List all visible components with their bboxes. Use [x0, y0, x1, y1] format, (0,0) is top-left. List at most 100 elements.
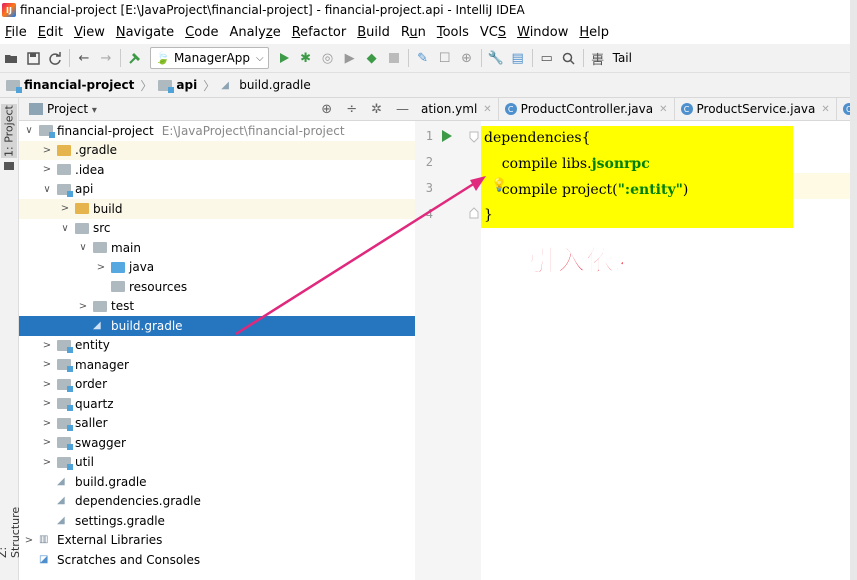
tree-item[interactable]: > .gradle [19, 140, 415, 160]
tree-item[interactable]: ∨ api [19, 180, 415, 200]
structure-tool-tab[interactable]: Z: Structure [0, 498, 22, 558]
locate-icon[interactable]: ⊕ [321, 102, 332, 117]
code-line-2[interactable]: compile libs.jsonrpc [484, 156, 650, 172]
vcs-update-icon[interactable]: ✎ [414, 49, 432, 67]
project-view-select[interactable]: Project ▾ [47, 102, 97, 116]
menu-tools[interactable]: Tools [432, 25, 475, 40]
lightbulb-icon[interactable]: 💡 [491, 178, 507, 193]
tree-item[interactable]: > java [19, 258, 415, 278]
tree-item[interactable]: > saller [19, 414, 415, 434]
code-line-1[interactable]: dependencies{ [484, 130, 590, 146]
breadcrumb-item[interactable]: financial-project [6, 78, 134, 93]
project-structure-icon[interactable]: ▤ [509, 49, 527, 67]
chevron-right-icon[interactable]: > [59, 203, 71, 214]
tree-item[interactable]: ∨ src [19, 219, 415, 239]
chevron-right-icon[interactable]: > [41, 418, 53, 429]
chevron-down-icon[interactable]: ∨ [59, 223, 71, 234]
hide-icon[interactable]: — [396, 102, 409, 117]
editor-tab[interactable]: CSw [837, 98, 850, 120]
tree-item[interactable]: > ▥ External Libraries [19, 531, 415, 551]
menu-navigate[interactable]: Navigate [111, 25, 180, 40]
run-icon[interactable] [275, 49, 293, 67]
chevron-right-icon[interactable]: > [41, 398, 53, 409]
tree-item[interactable]: > build [19, 199, 415, 219]
menu-run[interactable]: Run [396, 25, 432, 40]
chevron-right-icon[interactable]: > [41, 379, 53, 390]
tree-item[interactable]: ◢ build.gradle [19, 472, 415, 492]
forward-arrow-icon[interactable]: → [97, 49, 115, 67]
run-gutter-icon[interactable] [441, 130, 453, 142]
chevron-down-icon[interactable]: ∨ [77, 242, 89, 253]
close-icon[interactable]: ✕ [483, 104, 491, 115]
collapse-all-icon[interactable]: ÷ [346, 102, 357, 117]
editor-tab[interactable]: ation.yml ✕ [415, 98, 499, 120]
stop-icon[interactable] [385, 49, 403, 67]
close-icon[interactable]: ✕ [659, 104, 667, 115]
coverage-icon[interactable]: ◎ [319, 49, 337, 67]
menu-file[interactable]: File [0, 25, 33, 40]
editor-tab[interactable]: C ProductController.java ✕ [499, 98, 675, 120]
tree-item[interactable]: > test [19, 297, 415, 317]
menu-build[interactable]: Build [352, 25, 396, 40]
menu-analyze[interactable]: Analyze [224, 25, 286, 40]
chevron-right-icon[interactable]: > [23, 535, 35, 546]
profile-icon[interactable]: ▶ [341, 49, 359, 67]
fold-marker-icon[interactable] [469, 131, 479, 143]
menu-edit[interactable]: Edit [33, 25, 69, 40]
wrench-icon[interactable]: 🔧 [487, 49, 505, 67]
menu-refactor[interactable]: Refactor [287, 25, 353, 40]
tree-item[interactable]: > order [19, 375, 415, 395]
tree-item[interactable]: > util [19, 453, 415, 473]
chevron-right-icon[interactable]: > [41, 164, 53, 175]
close-icon[interactable]: ✕ [821, 104, 829, 115]
tree-item[interactable]: > quartz [19, 394, 415, 414]
attach-icon[interactable]: ◆ [363, 49, 381, 67]
tree-item[interactable]: ◢ settings.gradle [19, 511, 415, 531]
editor-tab[interactable]: C ProductService.java ✕ [675, 98, 837, 120]
tail-label[interactable]: Tail [613, 51, 632, 65]
menu-view[interactable]: View [69, 25, 111, 40]
tree-item[interactable]: ◢ build.gradle [19, 316, 415, 336]
tree-item[interactable]: > entity [19, 336, 415, 356]
save-icon[interactable] [24, 49, 42, 67]
project-tool-tab[interactable]: 1: Project [1, 104, 17, 158]
tree-item[interactable]: > manager [19, 355, 415, 375]
tree-item[interactable]: resources [19, 277, 415, 297]
chevron-right-icon[interactable]: > [41, 457, 53, 468]
menu-code[interactable]: Code [180, 25, 224, 40]
terminal-icon[interactable]: ▭ [538, 49, 556, 67]
menu-help[interactable]: Help [574, 25, 615, 40]
debug-icon[interactable]: ✱ [297, 49, 315, 67]
chevron-right-icon[interactable]: > [41, 145, 53, 156]
chevron-right-icon[interactable]: > [41, 359, 53, 370]
chevron-down-icon[interactable]: ∨ [23, 125, 35, 136]
tree-item[interactable]: ∨ financial-project E:\JavaProject\financi… [19, 121, 415, 141]
code-line-4[interactable]: } [484, 207, 493, 223]
open-folder-icon[interactable] [2, 49, 20, 67]
build-hammer-icon[interactable] [126, 49, 144, 67]
tree-item[interactable]: > .idea [19, 160, 415, 180]
gear-icon[interactable]: ✲ [371, 102, 382, 117]
tree-item[interactable]: ◢ dependencies.gradle [19, 492, 415, 512]
search-icon[interactable] [560, 49, 578, 67]
sync-icon[interactable] [46, 49, 64, 67]
vcs-commit-icon[interactable]: ☐ [436, 49, 454, 67]
chevron-down-icon[interactable]: ∨ [41, 184, 53, 195]
code-line-3[interactable]: compile project(":entity") [484, 182, 689, 198]
menu-vcs[interactable]: VCS [475, 25, 512, 40]
fold-marker-icon[interactable] [469, 207, 479, 219]
tree-item[interactable]: ∨ main [19, 238, 415, 258]
chevron-right-icon[interactable]: > [41, 340, 53, 351]
vcs-history-icon[interactable]: ⊕ [458, 49, 476, 67]
breadcrumb-item[interactable]: ◢ build.gradle [221, 78, 311, 92]
translate-icon[interactable]: 軎 [589, 49, 607, 68]
tree-item[interactable]: ◪ Scratches and Consoles [19, 550, 415, 570]
chevron-right-icon[interactable]: > [77, 301, 89, 312]
breadcrumb-item[interactable]: api [158, 78, 197, 93]
chevron-right-icon[interactable]: > [95, 262, 107, 273]
chevron-right-icon[interactable]: > [41, 437, 53, 448]
tree-item[interactable]: > swagger [19, 433, 415, 453]
run-configuration-select[interactable]: 🍃 ManagerApp ⌵ [150, 47, 269, 69]
back-arrow-icon[interactable]: ← [75, 49, 93, 67]
menu-window[interactable]: Window [512, 25, 574, 40]
